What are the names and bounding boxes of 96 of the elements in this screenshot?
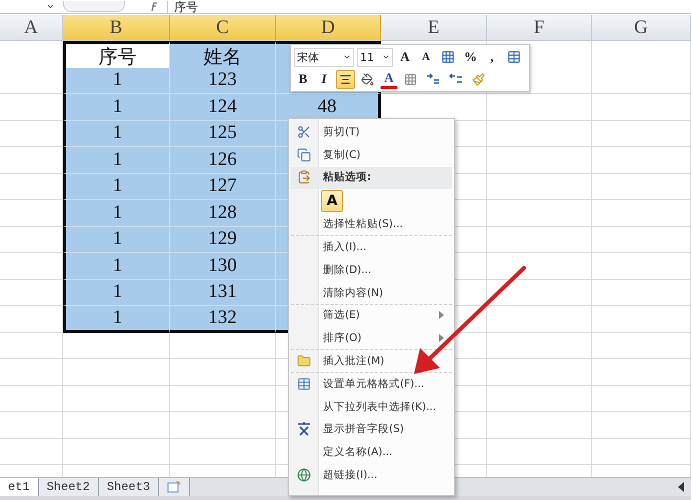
menu-item[interactable]: 插入(I)... [291,236,452,259]
fx-icon[interactable] [149,2,159,12]
phonetic-icon [296,421,312,438]
table-cell [0,438,63,465]
table-cell: 123 [170,68,276,94]
grow-font-button[interactable]: A [396,48,414,66]
align-center-button[interactable] [336,70,355,88]
table-cell: 124 [170,94,276,120]
border-grid-icon [404,72,417,86]
caret-icon [382,53,390,61]
table-cell: 130 [170,253,276,280]
table-cell [0,280,63,306]
table-cell: 1 [63,94,170,120]
clipboard-icon [297,170,311,184]
caret-icon [343,53,351,61]
column-header[interactable]: D [276,15,381,41]
table-cell [0,200,63,226]
column-header[interactable]: A [0,15,63,41]
table-cell: 1 [63,253,170,280]
menu-item[interactable]: 清除内容(N) [291,282,452,305]
sheet-tab[interactable]: Sheet3 [98,478,160,496]
table-icon [507,50,521,64]
menu-header: 粘贴选项: [291,166,452,190]
new-sheet-button[interactable] [159,478,190,496]
table-cell: 1 [63,174,170,200]
table-cell [0,306,63,332]
table-cell: 132 [170,306,276,332]
table-cell: 姓名 [170,41,276,71]
table-cell: 127 [170,174,276,200]
table-cell: 1 [63,200,170,226]
column-header[interactable]: E [381,15,487,41]
menu-item[interactable]: 筛选(E) [291,304,452,328]
table-cell [0,332,63,359]
grid-icon [441,50,455,64]
table-cell: 1 [63,226,170,253]
italic-button[interactable]: I [315,70,333,88]
menu-item[interactable]: 复制(C) [291,144,452,167]
dropdown-caret-icon[interactable] [46,2,55,11]
menu-item[interactable]: 从下拉列表中选择(K)... [291,396,452,419]
table-cell: 125 [170,120,276,147]
new-sheet-icon [167,481,182,493]
table-cell: 48 [276,94,381,120]
number-format-button[interactable]: % [461,48,480,66]
scroll-left-icon[interactable] [677,482,685,492]
menu-item[interactable]: 选择性粘贴(S)... [291,213,452,236]
scissors-icon [297,124,311,139]
table-cell [0,359,63,386]
formula-text: 序号 [167,0,198,12]
table-cell: 126 [170,147,276,174]
font-color-button[interactable]: A [380,70,398,88]
menu-item[interactable]: 超链接(I)... [291,464,452,487]
font-name-field[interactable]: 宋体 [294,48,354,66]
table-cell: 1 [63,68,170,94]
table-cell [0,68,63,94]
table-cell: 129 [170,226,276,253]
sheet-tab[interactable]: et1 [0,478,39,496]
increase-decimal-icon [426,73,440,85]
table-cell [0,412,63,438]
table-cell: 1 [63,147,170,174]
table-cell [0,94,63,120]
align-center-icon [339,72,352,86]
column-header[interactable]: B [63,15,170,41]
sheet-tab[interactable]: Sheet2 [38,478,99,496]
table-cell: 1 [63,306,170,332]
decrease-decimal-icon [449,73,463,85]
column-header[interactable]: F [487,15,592,41]
table-cell [0,226,63,253]
table-cell [0,386,63,412]
table-cell [0,147,63,174]
bold-button[interactable]: B [294,70,312,88]
table-cell: 1 [63,120,170,147]
number-format-button[interactable]: , [483,48,501,66]
table-cell: 131 [170,280,276,306]
menu-item[interactable]: 显示拼音字段(S) [291,418,452,442]
table-cell: 1 [63,280,170,306]
column-header[interactable]: C [170,15,276,41]
paste-button[interactable]: A [321,190,343,212]
globe-icon [297,468,311,482]
table-cell [0,120,63,147]
menu-item[interactable]: 删除(D)... [291,258,452,282]
table-cell: 128 [170,200,276,226]
table-cell [0,253,63,280]
table-cell: 序号 [63,41,170,71]
column-header[interactable]: G [592,15,691,41]
table-icon [297,376,311,391]
menu-item[interactable]: 定义名称(A)... [291,441,452,464]
folder-icon [297,354,311,368]
shrink-font-button[interactable]: A [417,48,435,66]
paintbrush-icon [472,72,485,86]
menu-item[interactable]: 剪切(T) [291,121,452,144]
paint-bucket-icon [361,72,374,86]
font-size-field[interactable]: 11 [357,48,393,66]
copy-icon [297,148,311,162]
menu-item[interactable]: 排序(O) [291,327,452,350]
table-cell [0,174,63,200]
menu-item[interactable]: 设置单元格格式(F)... [291,372,452,396]
